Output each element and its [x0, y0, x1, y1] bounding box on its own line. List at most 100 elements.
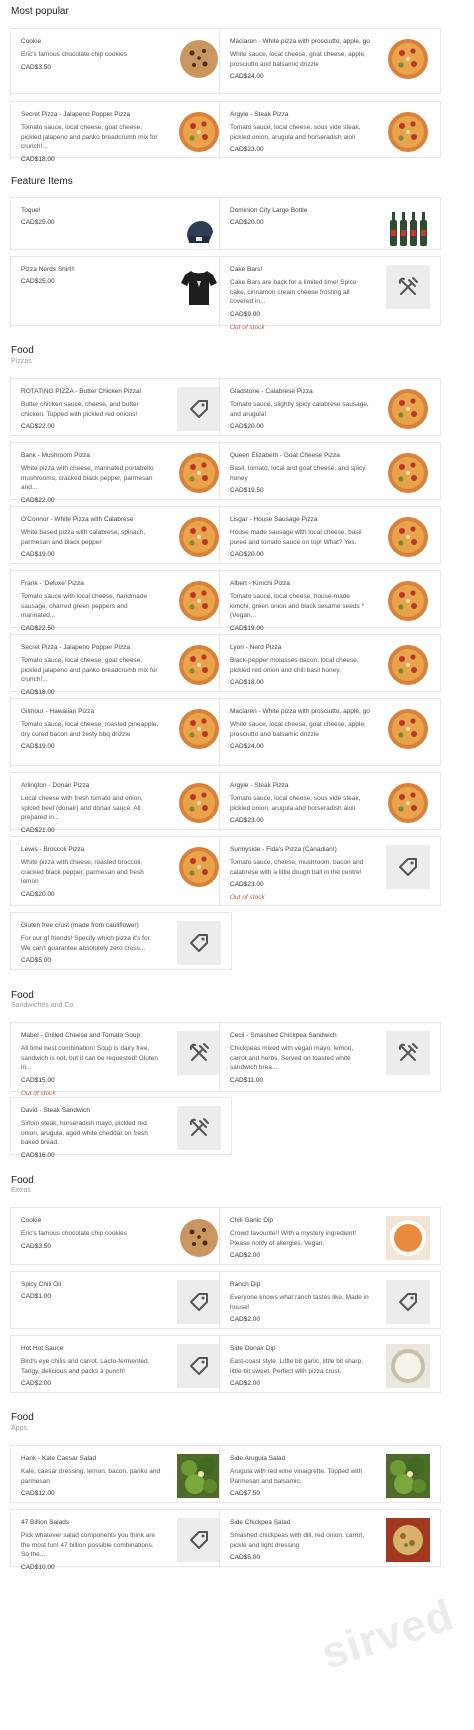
- menu-item-card[interactable]: Side Arugula Salad Arugula with red wine …: [219, 1445, 441, 1503]
- menu-item-card[interactable]: Lewis - Broccoli Pizza White pizza with c…: [10, 836, 232, 906]
- item-name: Sunnyside - Fida's Pizza (Canadian!): [230, 846, 337, 853]
- pizza-image: [177, 643, 221, 687]
- menu-item-card[interactable]: 47 Billion Salads Pick whatever salad com…: [10, 1509, 232, 1571]
- menu-item-card[interactable]: Pizza Nerds Shirt!! CAD$25.00: [10, 256, 232, 326]
- item-description: Butter chicken sauce, cheese, and butter…: [21, 401, 139, 418]
- menu-item-card[interactable]: Side Chickpea Salad Smashed chickpeas wit…: [219, 1509, 441, 1567]
- menu-item-card[interactable]: Hank - Kale Caesar Salad Kale, caesar dre…: [10, 1445, 232, 1503]
- menu-item-card[interactable]: Secret Pizza - Jalapeno Popper Pizza Toma…: [10, 634, 232, 696]
- item-description: Basil, tomato, local and goat cheese, an…: [230, 465, 366, 482]
- item-description: Arugula with red wine vinaigrette. Toppe…: [230, 1468, 363, 1485]
- item-description: Tomato sauce with local cheese, handmade…: [21, 593, 148, 619]
- item-name: Maclaren - White pizza with prosciutto, …: [230, 708, 370, 715]
- pizza-image: [177, 110, 221, 154]
- item-description: Chickpeas mixed with vegan mayo, lemon, …: [230, 1045, 354, 1071]
- tag-icon: [177, 921, 221, 965]
- item-description: Cake Bars are back for a limited time! S…: [230, 279, 357, 305]
- menu-item-card[interactable]: Spicy Chili Oil CAD$1.00: [10, 1271, 232, 1329]
- menu-item-card[interactable]: Queen Elizabeth - Goat Cheese Pizza Basil…: [219, 442, 441, 500]
- out-of-stock-label: Out of stock: [230, 323, 265, 331]
- menu-item-card[interactable]: David - Steak Sandwich Sirloin steak, hor…: [10, 1097, 232, 1159]
- menu-item-card[interactable]: Argyle - Steak Pizza Tomato sauce, local …: [219, 772, 441, 830]
- item-price: CAD$24.00: [230, 73, 264, 80]
- item-name: Ranch Dip: [230, 1281, 261, 1288]
- section-title: Food: [11, 345, 34, 356]
- menu-item-card[interactable]: Cookie Eric's famous chocolate chip cooki…: [10, 1207, 232, 1265]
- pizza-image: [177, 707, 221, 751]
- salad-image: [386, 1454, 430, 1498]
- menu-item-card[interactable]: Ranch Dip Everyone knows what ranch taste…: [219, 1271, 441, 1329]
- item-description: All time best combination! Soup is dairy…: [21, 1045, 158, 1071]
- menu-item-card[interactable]: Toque! CAD$25.00: [10, 197, 232, 250]
- menu-item-card[interactable]: O'Connor - White Pizza with Calabrese Whi…: [10, 506, 232, 564]
- item-price: CAD$16.00: [21, 1151, 55, 1159]
- pizza-image: [386, 707, 430, 751]
- menu-item-card[interactable]: Gilmour - Hawaiian Pizza Tomato sauce, lo…: [10, 698, 232, 766]
- pizza-image: [386, 579, 430, 623]
- menu-item-card[interactable]: Lyon - Nerd Pizza Black-pepper molasses b…: [219, 634, 441, 692]
- tag-icon: [177, 387, 221, 431]
- item-name: Dominion City Large Bottle: [230, 207, 308, 214]
- menu-item-card[interactable]: ROTATING PIZZA - Butter Chicken Pizza! Bu…: [10, 378, 232, 436]
- item-description: Sirloin steak, horseradish mayo, pickled…: [21, 1120, 148, 1146]
- item-price: CAD$12.00: [21, 1490, 55, 1497]
- item-price: CAD$22.00: [21, 423, 55, 430]
- menu-item-card[interactable]: Mabel - Grilled Cheese and Tomato Soup Al…: [10, 1022, 232, 1097]
- item-description: Bird's eye chilis and carrot. Lacto-ferm…: [21, 1358, 150, 1375]
- menu-item-card[interactable]: Cecil - Smashed Chickpea Sandwich Chickpe…: [219, 1022, 441, 1092]
- item-price: CAD$23.00: [230, 881, 264, 888]
- menu-item-card[interactable]: Argyle - Steak Pizza Tomato sauce, local …: [219, 101, 441, 158]
- item-price: CAD$20.00: [230, 219, 264, 226]
- item-name: Cookie: [21, 1217, 42, 1224]
- item-description: Pick whatever salad components you think…: [21, 1532, 156, 1558]
- item-description: Tomato sauce, local cheese, sous vide st…: [230, 124, 361, 141]
- menu-item-card[interactable]: Maclaren - White pizza with prosciutto, …: [219, 698, 441, 766]
- menu-item-card[interactable]: Maclaren - White pizza with prosciutto, …: [219, 28, 441, 94]
- item-name: Gilmour - Hawaiian Pizza: [21, 708, 94, 715]
- menu-item-card[interactable]: Albert - Kimchi Pizza Tomato sauce, local…: [219, 570, 441, 632]
- menu-item-card[interactable]: Secret Pizza - Jalapeno Popper Pizza Toma…: [10, 101, 232, 163]
- menu-item-card[interactable]: Sunnyside - Fida's Pizza (Canadian!) Toma…: [219, 836, 441, 906]
- menu-item-card[interactable]: Cake Bars! Cake Bars are back for a limit…: [219, 256, 441, 331]
- menu-item-card[interactable]: Gladstone - Calabrese Pizza Tomato sauce,…: [219, 378, 441, 436]
- menu-item-card[interactable]: Hot Hot Sauce Bird's eye chilis and carro…: [10, 1335, 232, 1393]
- menu-item-card[interactable]: Cookie Eric's famous chocolate chip cooki…: [10, 28, 232, 94]
- item-price: CAD$21.00: [21, 826, 55, 834]
- item-name: Side Chickpea Salad: [230, 1519, 291, 1526]
- dip-white-image: [386, 1344, 430, 1388]
- item-price: CAD$25.00: [21, 278, 55, 285]
- item-description: Everyone knows what ranch tastes like. M…: [230, 1294, 369, 1311]
- item-description: Eric's famous chocolate chip cookies: [21, 1230, 128, 1237]
- section-title: Feature Items: [11, 176, 73, 187]
- item-description: White based pizza with calabrese, spinac…: [21, 529, 146, 546]
- menu-item-card[interactable]: Arlington - Donair Pizza Local cheese wit…: [10, 772, 232, 834]
- menu-item-card[interactable]: Lisgar - House Sausage Pizza House made s…: [219, 506, 441, 564]
- utensils-icon: [386, 1031, 430, 1075]
- menu-item-card[interactable]: Gluten free crust (made from cauliflower…: [10, 912, 232, 970]
- item-description: House made sausage with local cheese, ba…: [230, 529, 362, 546]
- item-price: CAD$22.50: [21, 624, 55, 632]
- menu-item-card[interactable]: Dominion City Large Bottle CAD$20.00: [219, 197, 441, 250]
- item-name: Lyon - Nerd Pizza: [230, 644, 282, 651]
- chickpea-image: [386, 1518, 430, 1562]
- item-name: Chili Garlic Dip: [230, 1217, 273, 1224]
- pizza-image: [177, 451, 221, 495]
- toque-image: [177, 206, 221, 250]
- item-description: Local cheese with fresh tomato and onion…: [21, 795, 143, 821]
- item-price: CAD$18.00: [21, 688, 55, 696]
- item-name: Cake Bars!: [230, 266, 263, 273]
- item-price: CAD$3.50: [21, 1242, 51, 1250]
- item-price: CAD$18.00: [21, 155, 55, 163]
- menu-item-card[interactable]: Bank - Mushroom Pizza White pizza with ch…: [10, 442, 232, 504]
- item-description: Crowd favourite!! With a mystery ingredi…: [230, 1230, 357, 1247]
- item-name: Toque!: [21, 207, 41, 214]
- menu-item-card[interactable]: Frank - 'Deluxe' Pizza Tomato sauce with …: [10, 570, 232, 632]
- item-description: Tomato sauce, local cheese, goat cheese,…: [21, 657, 158, 683]
- item-name: Maclaren - White pizza with prosciutto, …: [230, 38, 370, 45]
- item-price: CAD$2.00: [230, 1316, 260, 1323]
- menu-item-card[interactable]: Chili Garlic Dip Crowd favourite!! With a…: [219, 1207, 441, 1265]
- utensils-icon: [177, 1031, 221, 1075]
- menu-item-card[interactable]: Side Donair Dip East-coast style. Little …: [219, 1335, 441, 1393]
- item-name: Side Donair Dip: [230, 1345, 276, 1352]
- tag-icon: [177, 1280, 221, 1324]
